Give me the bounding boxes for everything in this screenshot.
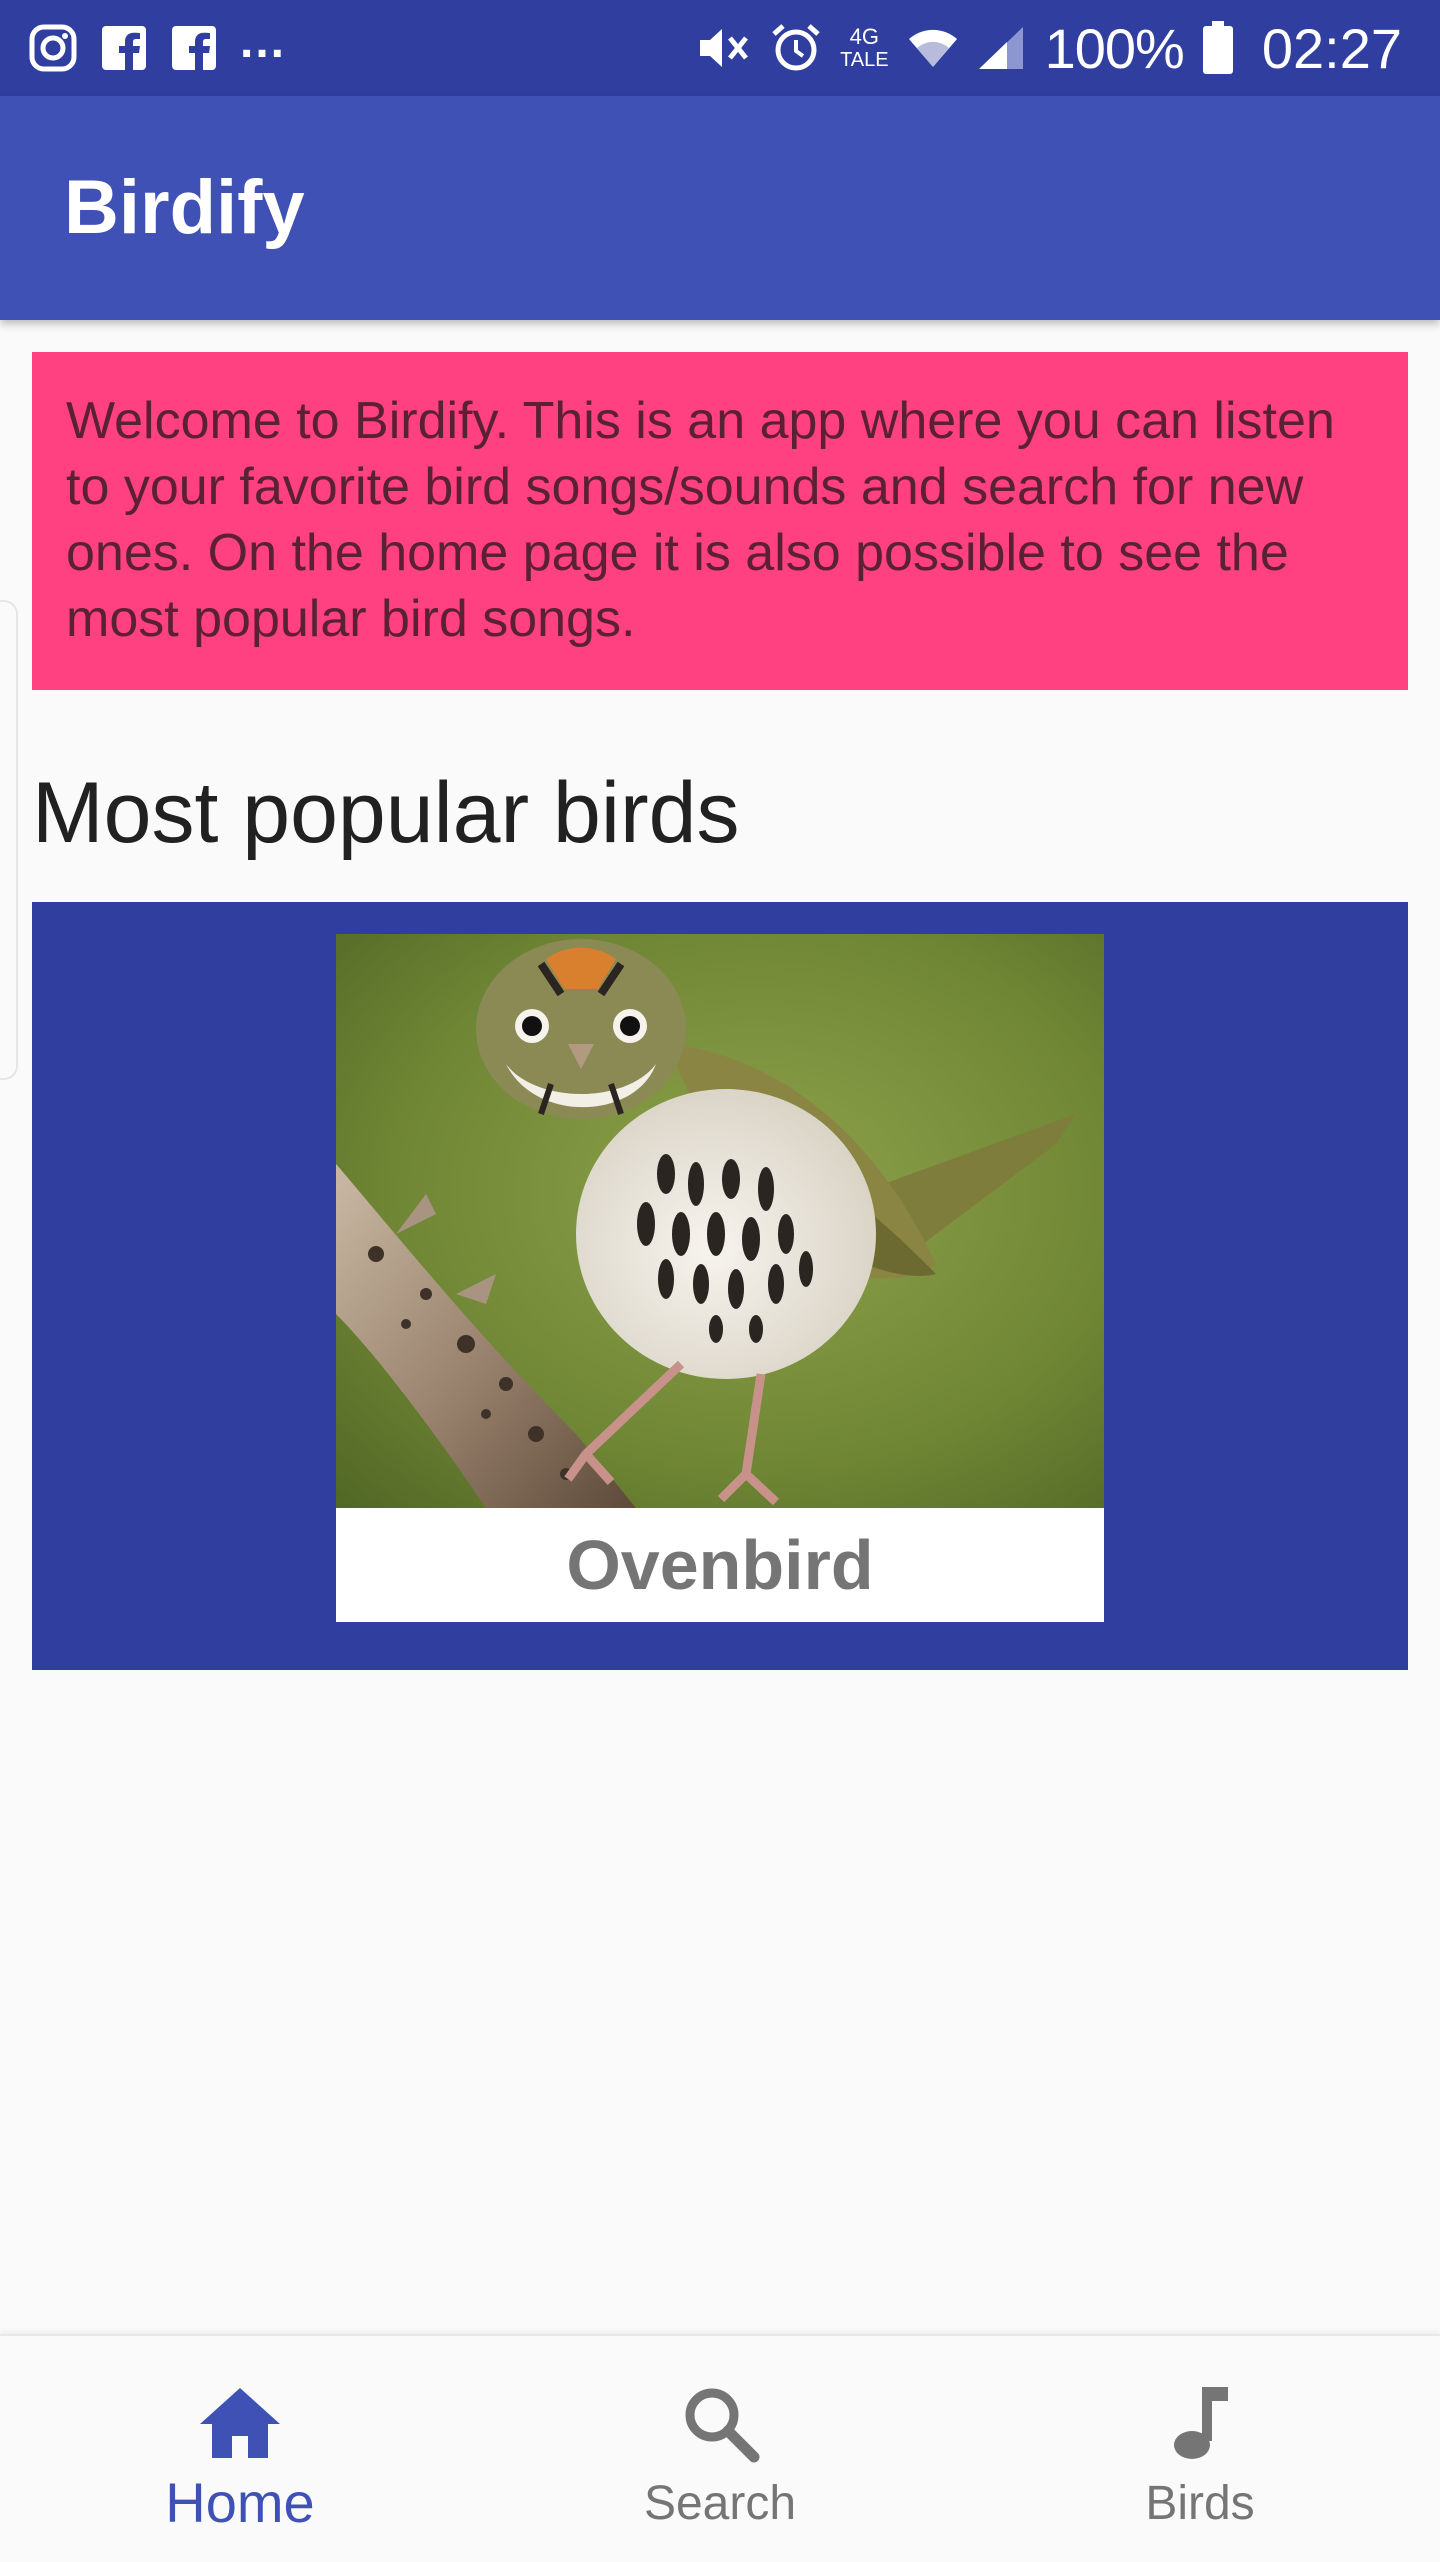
nav-home[interactable]: Home — [0, 2336, 480, 2562]
popular-birds-heading: Most popular birds — [32, 765, 740, 861]
welcome-banner: Welcome to Birdify. This is an app where… — [32, 352, 1408, 690]
network-sub-label: TALE — [840, 49, 889, 71]
music-note-icon — [1168, 2378, 1232, 2468]
network-type-label: 4G — [849, 24, 880, 49]
signal-icon — [977, 23, 1027, 73]
app-title: Birdify — [64, 165, 305, 250]
alarm-icon — [770, 22, 822, 74]
instagram-icon — [28, 23, 78, 73]
network-type-badge: 4G TALE — [840, 24, 889, 71]
bird-card[interactable]: Ovenbird — [336, 934, 1104, 1622]
mute-icon — [696, 23, 752, 73]
status-bar: ... 4G TALE 100% 02:27 — [0, 0, 1440, 96]
ovenbird-photo — [336, 934, 1104, 1508]
status-time: 02:27 — [1261, 16, 1402, 80]
search-icon — [680, 2378, 760, 2468]
bird-name-label: Ovenbird — [566, 1526, 874, 1604]
welcome-text: Welcome to Birdify. This is an app where… — [66, 392, 1335, 648]
nav-birds-label: Birds — [1145, 2477, 1255, 2530]
app-bar: Birdify — [0, 96, 1440, 320]
facebook-icon — [100, 24, 148, 72]
battery-percentage: 100% — [1044, 16, 1185, 80]
battery-icon — [1202, 21, 1234, 75]
nav-birds[interactable]: Birds — [960, 2336, 1440, 2562]
facebook-icon — [170, 24, 218, 72]
popular-birds-panel: Ovenbird — [32, 902, 1408, 1670]
nav-home-label: Home — [165, 2471, 315, 2534]
wifi-icon — [907, 23, 959, 73]
bottom-navigation: Home Search Birds — [0, 2334, 1440, 2562]
nav-search[interactable]: Search — [480, 2336, 960, 2562]
more-notifications-indicator: ... — [240, 14, 287, 68]
system-icons: 4G TALE 100% 02:27 — [696, 0, 1402, 96]
edge-panel-handle[interactable] — [0, 600, 18, 1080]
notification-icons: ... — [28, 0, 286, 96]
nav-search-label: Search — [643, 2477, 797, 2530]
home-icon — [198, 2378, 282, 2468]
